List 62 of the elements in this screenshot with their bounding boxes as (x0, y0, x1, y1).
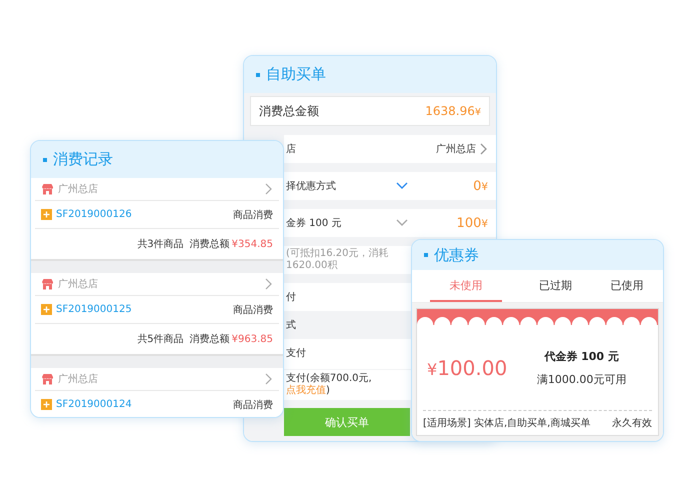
title-marker-icon (43, 158, 47, 162)
row-label: 择优惠方式 (286, 180, 337, 193)
recharge-link[interactable]: 点我充值 (286, 385, 326, 396)
coupon-condition: 满1000.00元可用 (536, 372, 626, 386)
payment-label: 支付(余额700.0元, 点我充值) (286, 373, 373, 397)
item-count: 共3件商品 (137, 238, 184, 251)
card-title: 消费记录 (53, 150, 113, 169)
discount-select[interactable]: 金券 100 元 100¥ (284, 209, 496, 237)
coupon-tab[interactable]: 已过期 (520, 270, 592, 302)
plus-square-icon (41, 399, 52, 410)
row-label: 店 (286, 142, 297, 156)
coupon-tab[interactable]: 已使用 (591, 270, 663, 302)
item-count: 共5件商品 (137, 332, 184, 346)
coupon-name: 代金券 100 元 (544, 348, 619, 364)
coupon-ticket[interactable]: ¥100.00 代金券 100 元 满1000.00元可用 [适用场景] 实体店,自助买单,商城买单 永久有效 (416, 308, 659, 436)
total-amount: ¥963.85 (232, 334, 273, 344)
store-name: 广州总店 (58, 372, 99, 386)
chevron-right-icon (480, 143, 488, 155)
store-row[interactable]: 店 广州总店 (284, 135, 496, 163)
payment-label: 支付 (286, 348, 306, 360)
shop-icon (41, 278, 54, 290)
chevron-right-icon (265, 183, 273, 195)
card-title: 优惠券 (434, 246, 479, 264)
coupon-value: ¥100.00 (427, 356, 508, 380)
discount-amount: 0¥ (473, 178, 488, 194)
payment-option[interactable]: 支付 (284, 339, 412, 369)
store-row[interactable]: 广州总店 (35, 273, 279, 296)
total-amount: ¥354.85 (232, 238, 273, 250)
title-marker-icon (256, 72, 260, 76)
row-label: 金券 100 元 (286, 216, 342, 230)
plus-square-icon (41, 304, 52, 315)
order-type: 商品消费 (233, 398, 273, 412)
confirm-button[interactable]: 确认买单 (284, 408, 410, 436)
card-title: 自助买单 (266, 65, 326, 84)
total-label: 消费总额 (190, 238, 230, 251)
total-amount: 1638.96¥ (425, 104, 481, 118)
coupon-scope: [适用场景] 实体店,自助买单,商城买单 (423, 416, 590, 430)
points-note: (可抵扣16.20元，消耗1620.00积 (286, 248, 390, 272)
store-row[interactable]: 广州总店 (35, 178, 279, 201)
total-label: 消费总额 (190, 332, 230, 346)
plus-square-icon (41, 209, 52, 220)
chevron-right-icon (265, 278, 273, 290)
section-label: 式 (286, 318, 297, 332)
shop-icon (41, 373, 54, 385)
discount-amount: 100¥ (456, 216, 488, 230)
store-name: 广州总店 (436, 142, 476, 156)
total-label: 消费总金额 (259, 102, 319, 120)
order-type: 商品消费 (233, 304, 273, 316)
row-label: 付 (286, 291, 297, 304)
store-name: 广州总店 (58, 278, 99, 291)
shop-icon (41, 183, 54, 195)
order-number[interactable]: SF2019000126 (56, 209, 229, 220)
payment-option[interactable]: 支付(余额700.0元, 点我充值) (284, 370, 412, 400)
discount-select[interactable]: 择优惠方式 0¥ (284, 172, 496, 200)
chevron-right-icon (265, 373, 273, 385)
order-number[interactable]: SF2019000124 (56, 399, 229, 410)
coupon-validity: 永久有效 (612, 416, 652, 430)
store-row[interactable]: 广州总店 (35, 368, 279, 391)
order-type: 商品消费 (233, 208, 273, 222)
order-number[interactable]: SF2019000125 (56, 304, 229, 315)
store-name: 广州总店 (58, 182, 99, 196)
title-marker-icon (424, 253, 428, 257)
